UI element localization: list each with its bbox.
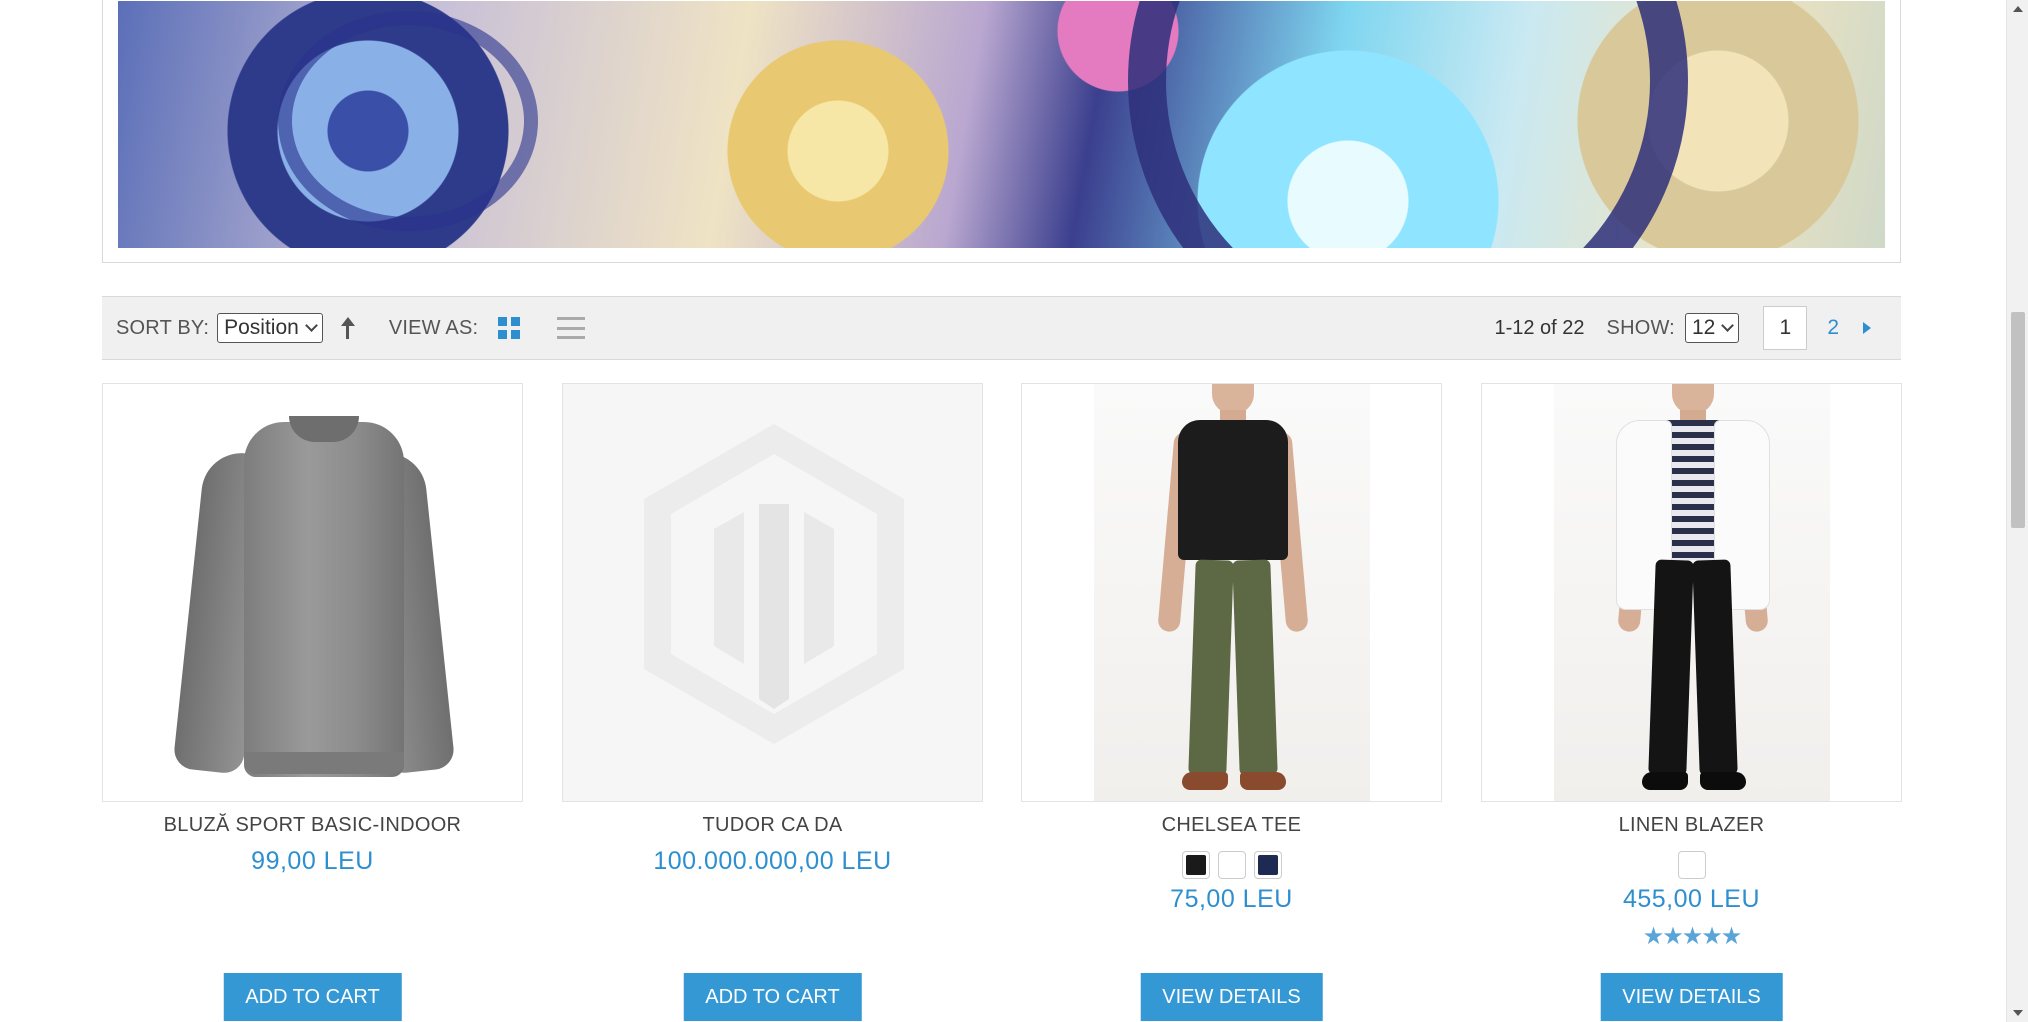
product-name-link[interactable]: TUDOR CA DA bbox=[562, 814, 983, 837]
product-image-link[interactable] bbox=[1021, 383, 1442, 802]
product-image-link[interactable] bbox=[562, 383, 983, 802]
page-scrollbar[interactable] bbox=[2006, 0, 2028, 1022]
view-details-button[interactable]: VIEW DETAILS bbox=[1140, 973, 1323, 1021]
product-item: LINEN BLAZER 455,00 LEU ★★★★★ VIEW DETAI… bbox=[1481, 383, 1902, 1021]
category-banner bbox=[102, 0, 1901, 263]
sort-by-select[interactable]: Position bbox=[217, 313, 323, 343]
limiter-value: 12 bbox=[1691, 316, 1716, 339]
model-blazer-image bbox=[1554, 384, 1830, 801]
product-price: 100.000.000,00 LEU bbox=[653, 847, 892, 875]
product-grid: BLUZĂ SPORT BASIC-INDOOR 99,00 LEU ADD T… bbox=[102, 383, 1902, 1022]
view-as-label: VIEW AS: bbox=[388, 316, 479, 339]
color-swatches bbox=[1021, 851, 1442, 879]
sort-by-label: SORT BY: bbox=[116, 316, 210, 339]
product-image-link[interactable] bbox=[1481, 383, 1902, 802]
product-name-link[interactable]: LINEN BLAZER bbox=[1481, 814, 1902, 837]
banner-image bbox=[118, 1, 1885, 248]
scrollbar-thumb[interactable] bbox=[2011, 312, 2025, 528]
product-name-link[interactable]: BLUZĂ SPORT BASIC-INDOOR bbox=[102, 814, 523, 837]
rating-stars[interactable]: ★★★★★ bbox=[1481, 922, 1902, 951]
grid-view-icon[interactable] bbox=[498, 317, 521, 339]
sort-by-value: Position bbox=[224, 316, 299, 339]
page-link-2[interactable]: 2 bbox=[1827, 316, 1839, 340]
swatch-white[interactable] bbox=[1217, 851, 1246, 879]
swatch-white[interactable] bbox=[1677, 851, 1706, 879]
product-item: TUDOR CA DA 100.000.000,00 LEU ADD TO CA… bbox=[562, 383, 983, 1021]
products-toolbar: SORT BY: Position VIEW AS: 1-12 of 22 SH… bbox=[102, 296, 1901, 360]
color-swatches bbox=[1481, 851, 1902, 879]
banner-disc-shape bbox=[278, 11, 538, 231]
model-tee-image bbox=[1094, 384, 1370, 801]
product-item: BLUZĂ SPORT BASIC-INDOOR 99,00 LEU ADD T… bbox=[102, 383, 523, 1021]
list-view-icon[interactable] bbox=[557, 317, 586, 339]
product-image-link[interactable] bbox=[102, 383, 523, 802]
toolbar-amount: 1-12 of 22 bbox=[1494, 316, 1585, 339]
product-price: 75,00 LEU bbox=[1170, 885, 1293, 913]
pagination: 1 2 bbox=[1763, 306, 1871, 350]
show-label: SHOW: bbox=[1606, 316, 1675, 339]
sweater-image bbox=[172, 412, 456, 782]
view-details-button[interactable]: VIEW DETAILS bbox=[1600, 973, 1783, 1021]
placeholder-logo-icon bbox=[644, 424, 904, 744]
product-name-link[interactable]: CHELSEA TEE bbox=[1021, 814, 1442, 837]
swatch-black[interactable] bbox=[1181, 851, 1210, 879]
chevron-down-icon bbox=[1721, 319, 1735, 332]
banner-ring-shape bbox=[1128, 1, 1688, 248]
scroll-up-arrow-icon[interactable] bbox=[2013, 6, 2023, 12]
scroll-down-arrow-icon[interactable] bbox=[2013, 1010, 2023, 1016]
placeholder-image bbox=[563, 384, 982, 801]
add-to-cart-button[interactable]: ADD TO CART bbox=[683, 973, 862, 1021]
chevron-down-icon bbox=[304, 319, 318, 332]
page-current: 1 bbox=[1763, 306, 1808, 350]
product-item: CHELSEA TEE 75,00 LEU VIEW DETAILS bbox=[1021, 383, 1442, 1021]
sort-direction-arrow-icon[interactable] bbox=[340, 317, 355, 339]
limiter-select[interactable]: 12 bbox=[1684, 313, 1740, 343]
product-price: 99,00 LEU bbox=[251, 847, 374, 875]
swatch-navy[interactable] bbox=[1253, 851, 1282, 879]
next-page-icon[interactable] bbox=[1863, 322, 1871, 334]
product-price: 455,00 LEU bbox=[1622, 885, 1761, 913]
add-to-cart-button[interactable]: ADD TO CART bbox=[223, 973, 402, 1021]
